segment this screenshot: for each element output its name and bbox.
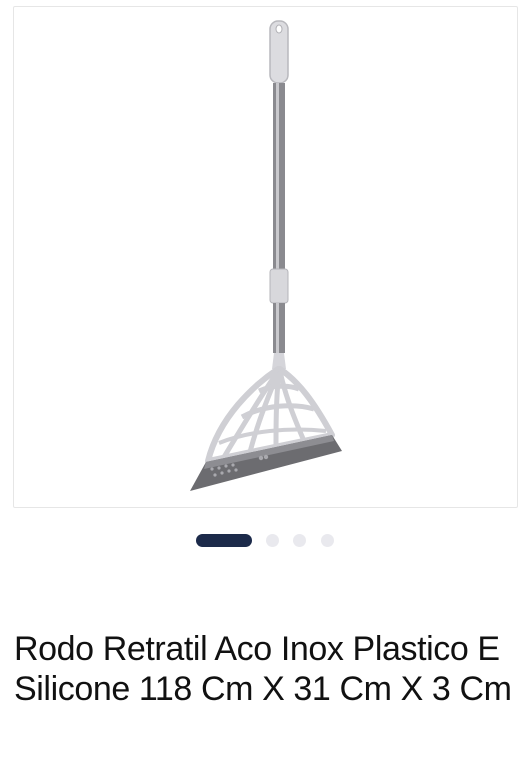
carousel-dot-3[interactable] (293, 534, 306, 547)
product-title: Rodo Retratil Aco Inox Plastico E Silico… (14, 630, 512, 708)
carousel-dot-4[interactable] (321, 534, 334, 547)
product-image[interactable] (13, 6, 518, 508)
image-carousel-indicator (0, 534, 532, 548)
carousel-dot-1[interactable] (196, 534, 252, 547)
carousel-dot-2[interactable] (266, 534, 279, 547)
squeegee-illustration (190, 20, 342, 491)
